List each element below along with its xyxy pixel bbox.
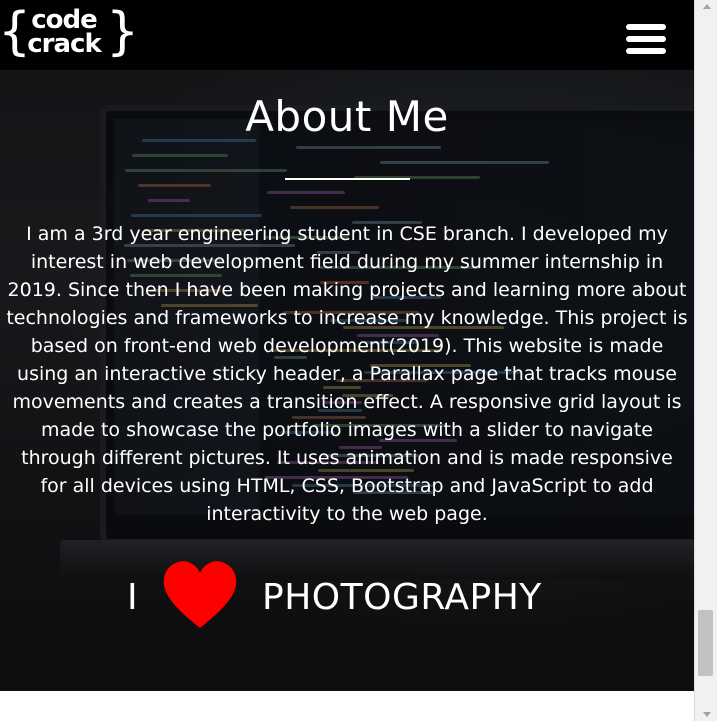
menu-bar-middle <box>626 36 666 42</box>
hero-background: About Me I am a 3rd year engineering stu… <box>0 0 694 691</box>
scroll-down-arrow-icon[interactable] <box>703 712 711 717</box>
photography-prefix: I <box>127 577 138 618</box>
heart-icon <box>163 561 237 628</box>
title-underline <box>285 178 410 180</box>
logo-right-brace: } <box>106 2 140 62</box>
menu-bar-bottom <box>626 48 666 54</box>
about-paragraph: I am a 3rd year engineering student in C… <box>6 223 688 525</box>
hamburger-menu-icon[interactable] <box>626 24 666 54</box>
logo-word-crack: crack <box>27 29 101 59</box>
codecrack-logo[interactable]: { code crack } <box>0 4 139 62</box>
scrollbar-thumb[interactable] <box>698 610 713 676</box>
vertical-scrollbar[interactable] <box>694 0 717 721</box>
photography-banner: I PHOTOGRAPHY <box>0 560 694 640</box>
sticky-header: { code crack } <box>0 0 694 70</box>
menu-bar-top <box>626 24 666 30</box>
about-title: About Me <box>245 92 449 141</box>
photography-word: PHOTOGRAPHY <box>262 577 542 618</box>
scroll-up-arrow-icon[interactable] <box>703 4 711 9</box>
